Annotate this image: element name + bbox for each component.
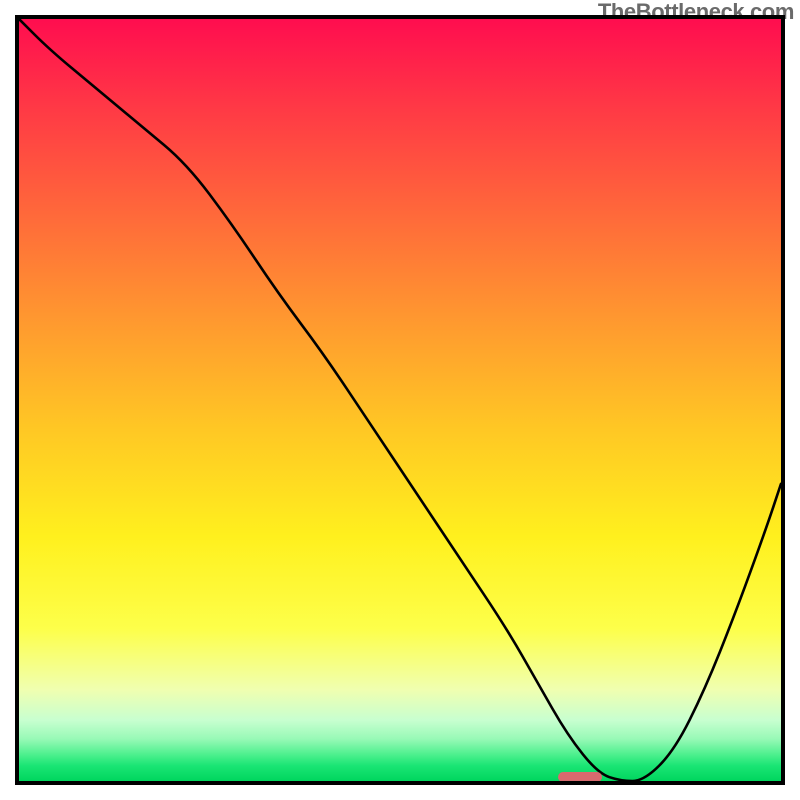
plot-area [15,15,785,785]
line-curve [19,19,781,781]
minimum-marker [558,772,602,782]
chart-container: TheBottleneck.com [0,0,800,800]
